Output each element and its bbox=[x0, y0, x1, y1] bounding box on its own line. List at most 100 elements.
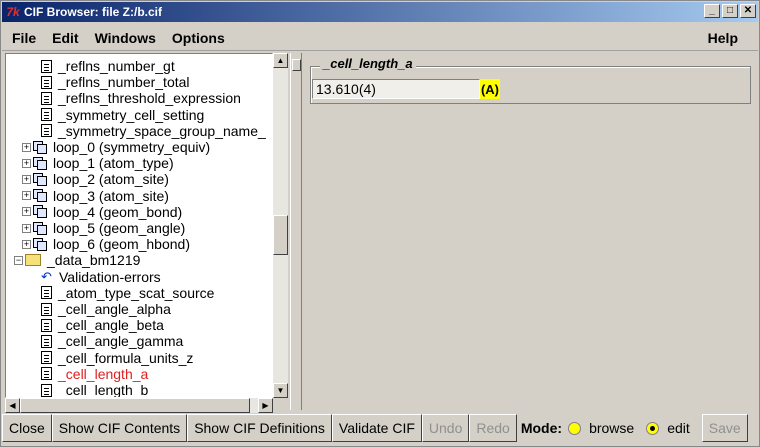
scroll-right-arrow-icon[interactable]: ▶ bbox=[258, 398, 273, 413]
pane-splitter[interactable] bbox=[290, 53, 302, 410]
document-icon bbox=[41, 75, 52, 89]
document-icon bbox=[41, 318, 52, 332]
collapse-icon[interactable]: − bbox=[14, 255, 23, 265]
scroll-down-arrow-icon[interactable]: ▼ bbox=[273, 383, 288, 398]
detail-pane: _cell_length_a (A) bbox=[304, 53, 756, 411]
tree-item-label: _cell_angle_gamma bbox=[58, 333, 184, 350]
save-button[interactable]: Save bbox=[701, 414, 748, 442]
tree-item[interactable]: + loop_2 (atom_site) bbox=[22, 171, 169, 187]
cif-browser-window: 7k CIF Browser: file Z:/b.cif _ □ ✕ File… bbox=[0, 0, 760, 447]
tree-item-label: _cell_length_a bbox=[58, 365, 149, 382]
expand-icon[interactable]: + bbox=[22, 191, 31, 201]
tree-item[interactable]: _cell_angle_beta bbox=[41, 317, 164, 333]
tree-item-label: _reflns_number_gt bbox=[58, 58, 175, 74]
tree-item[interactable]: _reflns_threshold_expression bbox=[41, 90, 241, 106]
tree-item-label: _cell_angle_alpha bbox=[58, 301, 171, 317]
menu-windows[interactable]: Windows bbox=[89, 30, 162, 46]
menu-help[interactable]: Help bbox=[702, 30, 744, 46]
bottom-toolbar: Close Show CIF Contents Show CIF Definit… bbox=[2, 412, 758, 444]
value-input[interactable] bbox=[312, 79, 480, 99]
loop-table-icon bbox=[33, 172, 49, 186]
expand-icon[interactable]: + bbox=[22, 207, 31, 217]
document-icon bbox=[41, 351, 52, 365]
show-cif-contents-button[interactable]: Show CIF Contents bbox=[51, 414, 188, 442]
tree-item-label: _data_bm1219 bbox=[47, 252, 141, 269]
minimize-button[interactable]: _ bbox=[704, 4, 720, 18]
menu-edit[interactable]: Edit bbox=[46, 30, 84, 46]
tree-horizontal-scrollbar[interactable]: ◀ ▶ bbox=[5, 398, 273, 413]
tree-item-label: loop_3 (atom_site) bbox=[53, 187, 169, 204]
tree-item[interactable]: _reflns_number_total bbox=[41, 74, 190, 90]
tree-item[interactable]: _cell_angle_alpha bbox=[41, 301, 171, 317]
mode-browse-radio[interactable] bbox=[568, 421, 582, 435]
loop-table-icon bbox=[33, 221, 49, 235]
maximize-button[interactable]: □ bbox=[722, 4, 738, 18]
tree-item-label: loop_5 (geom_angle) bbox=[53, 220, 186, 236]
redo-button[interactable]: Redo bbox=[469, 414, 517, 442]
undo-arrow-icon: ↶ bbox=[41, 268, 52, 284]
tree-item-label: _cell_formula_units_z bbox=[58, 349, 194, 366]
tree-item[interactable]: + loop_0 (symmetry_equiv) bbox=[22, 139, 210, 155]
tree-item[interactable]: ↶ Validation-errors bbox=[41, 269, 161, 285]
close-button[interactable]: Close bbox=[2, 414, 52, 442]
tree-item-label: _reflns_threshold_expression bbox=[58, 90, 241, 107]
tree-item-label: _cell_angle_beta bbox=[58, 317, 164, 334]
document-icon bbox=[41, 367, 52, 381]
splitter-grip-icon[interactable] bbox=[292, 59, 301, 71]
tree-item[interactable]: _symmetry_cell_setting bbox=[41, 107, 204, 123]
tree-item[interactable]: + loop_5 (geom_angle) bbox=[22, 220, 185, 236]
mode-browse-label[interactable]: browse bbox=[589, 420, 634, 436]
cif-tree[interactable]: _reflns_number_gt _reflns_number_total _re… bbox=[5, 53, 273, 398]
close-window-button[interactable]: ✕ bbox=[740, 4, 756, 18]
undo-button[interactable]: Undo bbox=[421, 414, 470, 442]
loop-table-icon bbox=[33, 156, 49, 170]
expand-icon[interactable]: + bbox=[22, 239, 31, 249]
tree-item[interactable]: _cell_length_b bbox=[41, 382, 149, 398]
tree-vertical-scrollbar[interactable]: ▲ ▼ bbox=[273, 53, 288, 398]
validate-cif-button[interactable]: Validate CIF bbox=[331, 414, 422, 442]
tree-item[interactable]: − _data_bm1219 bbox=[14, 252, 140, 268]
expand-icon[interactable]: + bbox=[22, 142, 31, 152]
tree-item-label: Validation-errors bbox=[59, 268, 161, 285]
mode-edit-label[interactable]: edit bbox=[667, 420, 690, 436]
document-icon bbox=[41, 334, 52, 348]
menu-bar: File Edit Windows Options Help bbox=[2, 25, 758, 51]
tree-item[interactable]: _cell_formula_units_z bbox=[41, 350, 193, 366]
tree-item[interactable]: + loop_4 (geom_bond) bbox=[22, 204, 182, 220]
loop-table-icon bbox=[33, 140, 49, 154]
tree-item[interactable]: + loop_3 (atom_site) bbox=[22, 188, 169, 204]
menu-file[interactable]: File bbox=[6, 30, 42, 46]
unit-badge: (A) bbox=[480, 79, 500, 99]
mode-edit-radio[interactable] bbox=[646, 421, 660, 435]
tree-item-label: loop_2 (atom_site) bbox=[53, 171, 169, 188]
expand-icon[interactable]: + bbox=[22, 158, 31, 168]
expand-icon[interactable]: + bbox=[22, 223, 31, 233]
tree-item-label: _atom_type_scat_source bbox=[58, 284, 215, 301]
tree-item-label: _reflns_number_total bbox=[58, 74, 190, 91]
tree-item-label: loop_1 (atom_type) bbox=[53, 155, 174, 172]
tree-item-label: _symmetry_cell_setting bbox=[58, 106, 205, 123]
show-cif-definitions-button[interactable]: Show CIF Definitions bbox=[187, 414, 332, 442]
loop-table-icon bbox=[33, 237, 49, 251]
scroll-left-arrow-icon[interactable]: ◀ bbox=[5, 398, 20, 413]
scroll-thumb[interactable] bbox=[273, 215, 288, 255]
document-icon bbox=[41, 91, 52, 105]
tree-item[interactable]: _atom_type_scat_source bbox=[41, 285, 214, 301]
document-icon bbox=[41, 108, 52, 122]
tree-item[interactable]: _reflns_number_gt bbox=[41, 58, 175, 74]
tree-item[interactable]: + loop_1 (atom_type) bbox=[22, 155, 174, 171]
expand-icon[interactable]: + bbox=[22, 174, 31, 184]
hscroll-thumb[interactable] bbox=[20, 398, 250, 413]
tree-item[interactable]: _symmetry_space_group_name_ bbox=[41, 123, 266, 139]
scroll-up-arrow-icon[interactable]: ▲ bbox=[273, 53, 288, 68]
tree-item[interactable]: _cell_length_a bbox=[41, 366, 148, 382]
document-icon bbox=[41, 124, 52, 138]
tree-item[interactable]: + loop_6 (geom_hbond) bbox=[22, 236, 190, 252]
document-icon bbox=[41, 286, 52, 300]
loop-table-icon bbox=[33, 189, 49, 203]
tree-item-label: loop_6 (geom_hbond) bbox=[53, 236, 190, 253]
menu-options[interactable]: Options bbox=[166, 30, 231, 46]
tree-item[interactable]: _cell_angle_gamma bbox=[41, 333, 183, 349]
tk-feather-icon: 7k bbox=[6, 5, 20, 19]
tree-item-label: _cell_length_b bbox=[58, 382, 149, 398]
